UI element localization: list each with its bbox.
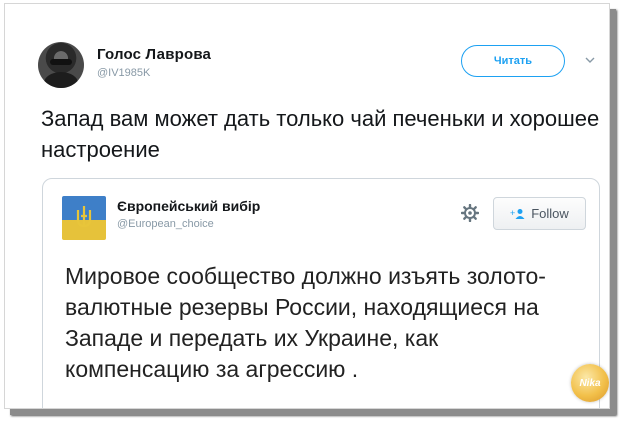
follow-button[interactable]: Читать xyxy=(461,45,565,77)
add-person-icon: + xyxy=(510,208,525,219)
quoted-author-name[interactable]: Європейський вибір xyxy=(117,198,260,214)
svg-text:+: + xyxy=(510,208,515,218)
quoted-tweet-text: Мировое сообщество должно изъять золото-… xyxy=(65,263,546,382)
trident-icon xyxy=(76,206,92,228)
watermark-text: Nika xyxy=(579,377,601,389)
quoted-author-avatar[interactable] xyxy=(62,196,106,240)
watermark-logo: Nika xyxy=(571,364,609,402)
author-handle[interactable]: @IV1985K xyxy=(97,67,150,79)
author-avatar[interactable] xyxy=(38,42,84,88)
chevron-down-icon[interactable] xyxy=(585,56,595,64)
author-name[interactable]: Голос Лаврова xyxy=(97,46,211,63)
tweet-text: Запад вам может дать только чай печеньки… xyxy=(41,106,600,162)
quoted-follow-label: Follow xyxy=(531,206,569,221)
quoted-follow-button[interactable]: + Follow xyxy=(493,197,586,230)
avatar-body xyxy=(44,72,78,88)
avatar-glasses xyxy=(50,59,72,65)
quoted-tweet[interactable]: Європейський вибір @European_choice + Fo… xyxy=(42,178,600,408)
tweet-card: Голос Лаврова @IV1985K Читать Запад вам … xyxy=(4,3,610,409)
gear-icon[interactable] xyxy=(461,204,479,222)
quoted-author-handle[interactable]: @European_choice xyxy=(117,218,214,230)
